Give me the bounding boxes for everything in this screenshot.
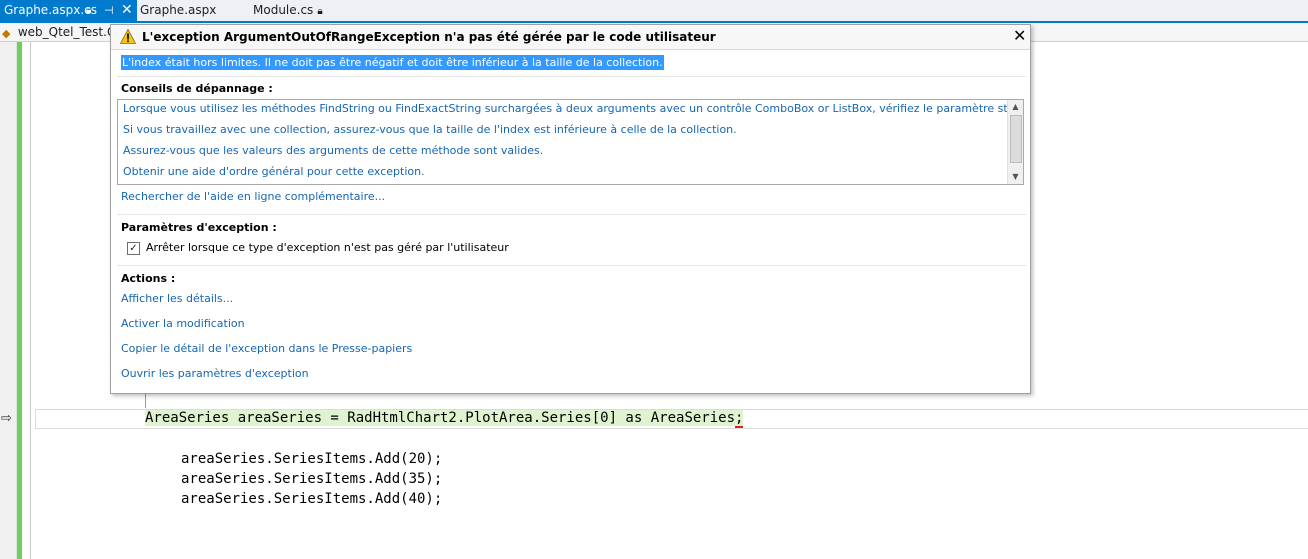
tab-label: Graphe.aspx.cs [4,3,97,17]
project-dropdown[interactable]: ◆ web_Qtel_Test.Gr [2,23,121,41]
scroll-down-icon[interactable]: ▼ [1008,170,1023,184]
tab-graphe-aspx-cs[interactable]: Graphe.aspx.cs 🔒︎ ⊣ ✕ [0,0,137,21]
code-line[interactable]: areaSeries.SeriesItems.Add(40); [181,491,442,507]
copy-exception-detail-link[interactable]: Copier le détail de l'exception dans le … [121,342,412,355]
lock-icon: 🔒︎ [86,5,92,16]
tip-link[interactable]: Obtenir une aide d'ordre général pour ce… [123,165,425,178]
actions-header: Actions : [121,272,176,285]
current-statement-text: AreaSeries areaSeries = RadHtmlChart2.Pl… [145,410,736,426]
code-line[interactable]: areaSeries.SeriesItems.Add(20); [181,451,442,467]
open-exception-settings-link[interactable]: Ouvrir les paramètres d'exception [121,367,309,380]
troubleshooting-tips-list[interactable]: Lorsque vous utilisez les méthodes FindS… [117,99,1024,185]
search-online-help-link[interactable]: Rechercher de l'aide en ligne complément… [121,190,385,203]
indicator-margin[interactable] [0,42,17,559]
error-squiggle: ; [735,410,744,428]
tab-label: Graphe.aspx [140,3,217,17]
scroll-up-icon[interactable]: ▲ [1008,100,1023,114]
enable-editing-link[interactable]: Activer la modification [121,317,245,330]
class-icon: ◆ [2,27,11,40]
exception-message[interactable]: L'index était hors limites. Il ne doit p… [121,55,664,70]
tab-module-cs[interactable]: Module.cs 🔒︎ [253,0,323,21]
tip-link[interactable]: Si vous travaillez avec une collection, … [123,123,737,136]
tab-label: Module.cs [253,3,314,17]
document-tab-strip: Graphe.aspx.cs 🔒︎ ⊣ ✕ Graphe.aspx Module… [0,0,1308,23]
close-icon[interactable]: ✕ [121,0,133,21]
current-statement[interactable]: AreaSeries areaSeries = RadHtmlChart2.Pl… [145,410,744,428]
vertical-scrollbar[interactable]: ▲ ▼ [1007,100,1023,184]
divider [117,76,1026,77]
exception-assistant: L'exception ArgumentOutOfRangeException … [110,24,1031,394]
exception-title-bar: L'exception ArgumentOutOfRangeException … [111,25,1030,50]
view-details-link[interactable]: Afficher les détails... [121,292,233,305]
lock-icon: 🔒︎ [317,6,323,17]
warning-icon [120,29,136,44]
tip-link[interactable]: Lorsque vous utilisez les méthodes FindS… [123,102,1023,115]
tip-link[interactable]: Assurez-vous que les valeurs des argumen… [123,144,543,157]
exception-settings-header: Paramètres d'exception : [121,221,277,234]
troubleshooting-header: Conseils de dépannage : [121,82,273,95]
execution-pointer-icon[interactable]: ⇨ [1,411,12,426]
break-on-exception-label[interactable]: Arrêter lorsque ce type d'exception n'es… [146,241,509,254]
divider [117,214,1026,215]
tab-graphe-aspx[interactable]: Graphe.aspx [140,0,216,21]
scroll-thumb[interactable] [1010,115,1022,163]
pin-icon[interactable]: ⊣ [104,0,114,21]
divider [117,265,1026,266]
close-icon[interactable]: ✕ [1013,26,1026,45]
code-line[interactable]: areaSeries.SeriesItems.Add(35); [181,471,442,487]
project-label: web_Qtel_Test.Gr [17,25,122,39]
break-on-exception-checkbox[interactable]: ✓ [127,242,140,255]
exception-title: L'exception ArgumentOutOfRangeException … [142,30,716,44]
indent-guide [145,394,146,408]
outlining-margin [30,42,31,559]
change-tracking-bar [17,42,22,559]
